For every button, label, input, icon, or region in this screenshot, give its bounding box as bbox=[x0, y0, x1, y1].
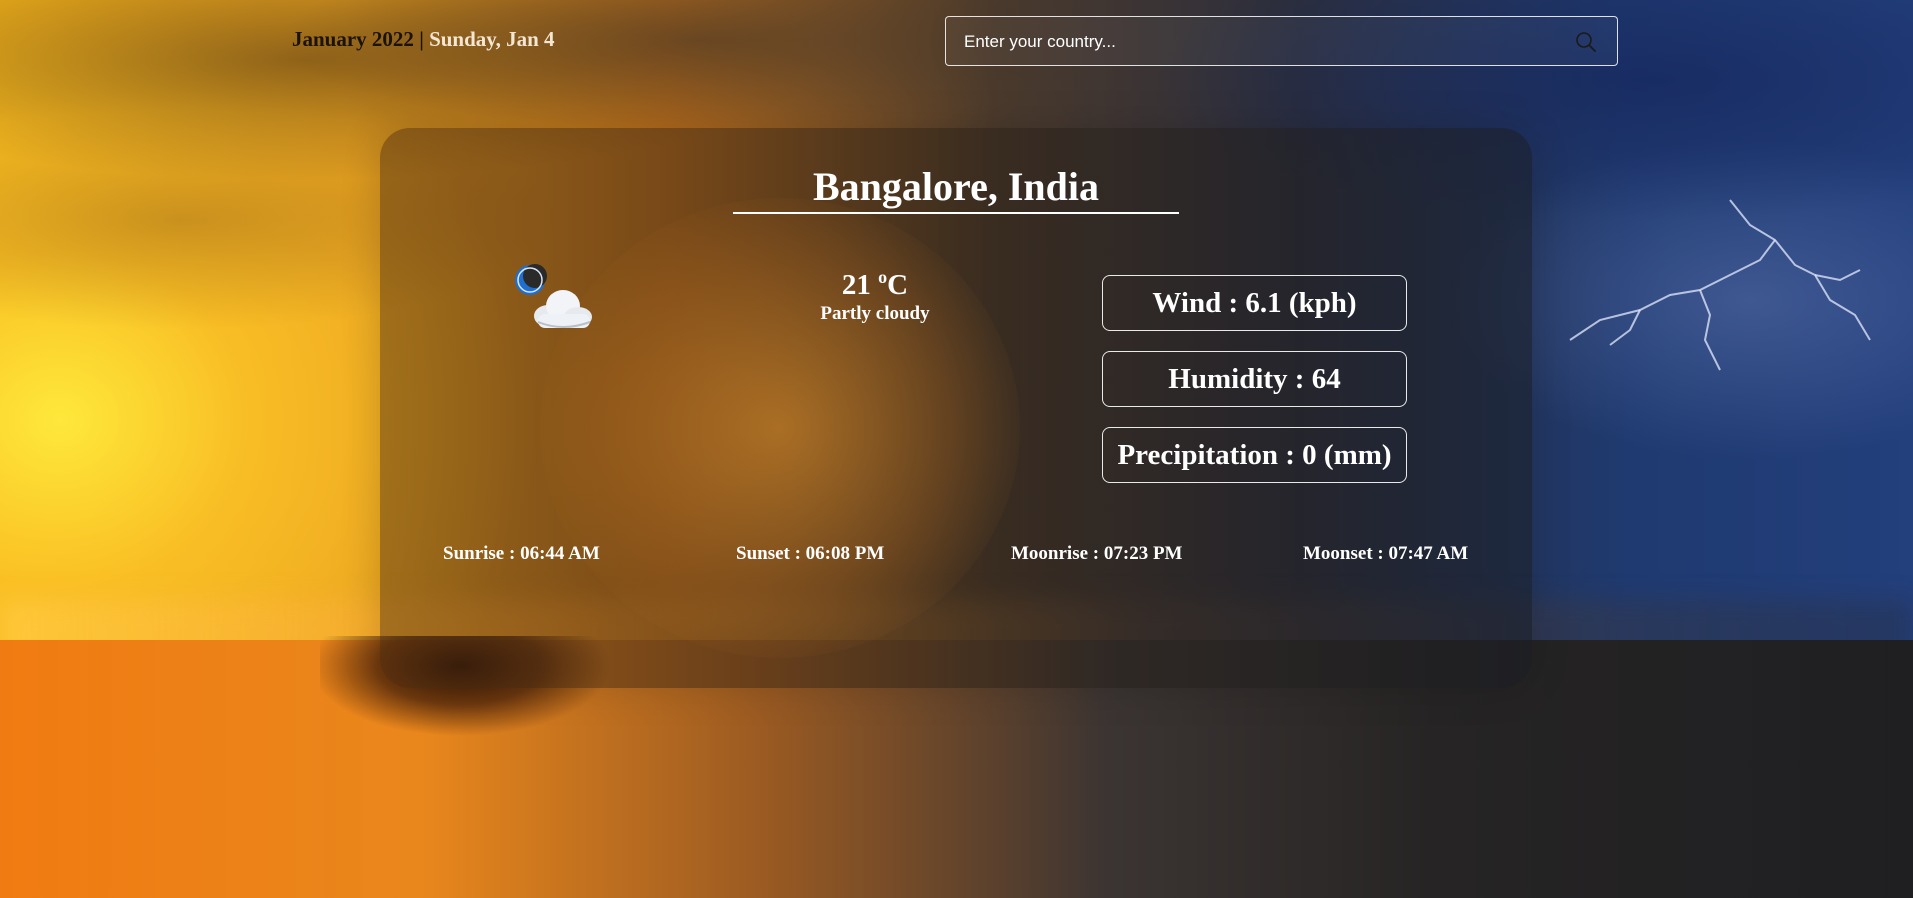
search-bar bbox=[945, 16, 1618, 67]
moon-cloud-icon bbox=[515, 264, 592, 328]
current-date: January 2022 | Sunday, Jan 4 bbox=[292, 27, 555, 52]
humidity-stat: Humidity : 64 bbox=[1102, 351, 1407, 407]
country-search-input[interactable] bbox=[962, 17, 1526, 67]
temperature-block: 21 oC Partly cloudy bbox=[775, 258, 975, 324]
sunset-time: Sunset : 06:08 PM bbox=[736, 543, 885, 564]
wind-stat: Wind : 6.1 (kph) bbox=[1102, 275, 1407, 331]
weather-condition: Partly cloudy bbox=[820, 303, 930, 324]
sunrise-time: Sunrise : 06:44 AM bbox=[443, 543, 600, 564]
day-date: Sunday, Jan 4 bbox=[429, 27, 555, 51]
title-underline bbox=[733, 212, 1179, 214]
lightning-bolt bbox=[1569, 199, 1871, 371]
location-title: Bangalore, India bbox=[813, 164, 1099, 209]
moonrise-time: Moonrise : 07:23 PM bbox=[1011, 543, 1183, 564]
precipitation-stat: Precipitation : 0 (mm) bbox=[1102, 427, 1407, 483]
temperature: 21 oC bbox=[841, 267, 909, 301]
date-separator: | bbox=[413, 27, 430, 51]
degree-symbol: o bbox=[878, 267, 888, 287]
moonset-time: Moonset : 07:47 AM bbox=[1303, 543, 1469, 564]
month-year: January 2022 bbox=[292, 27, 414, 51]
search-icon[interactable] bbox=[1575, 31, 1597, 53]
